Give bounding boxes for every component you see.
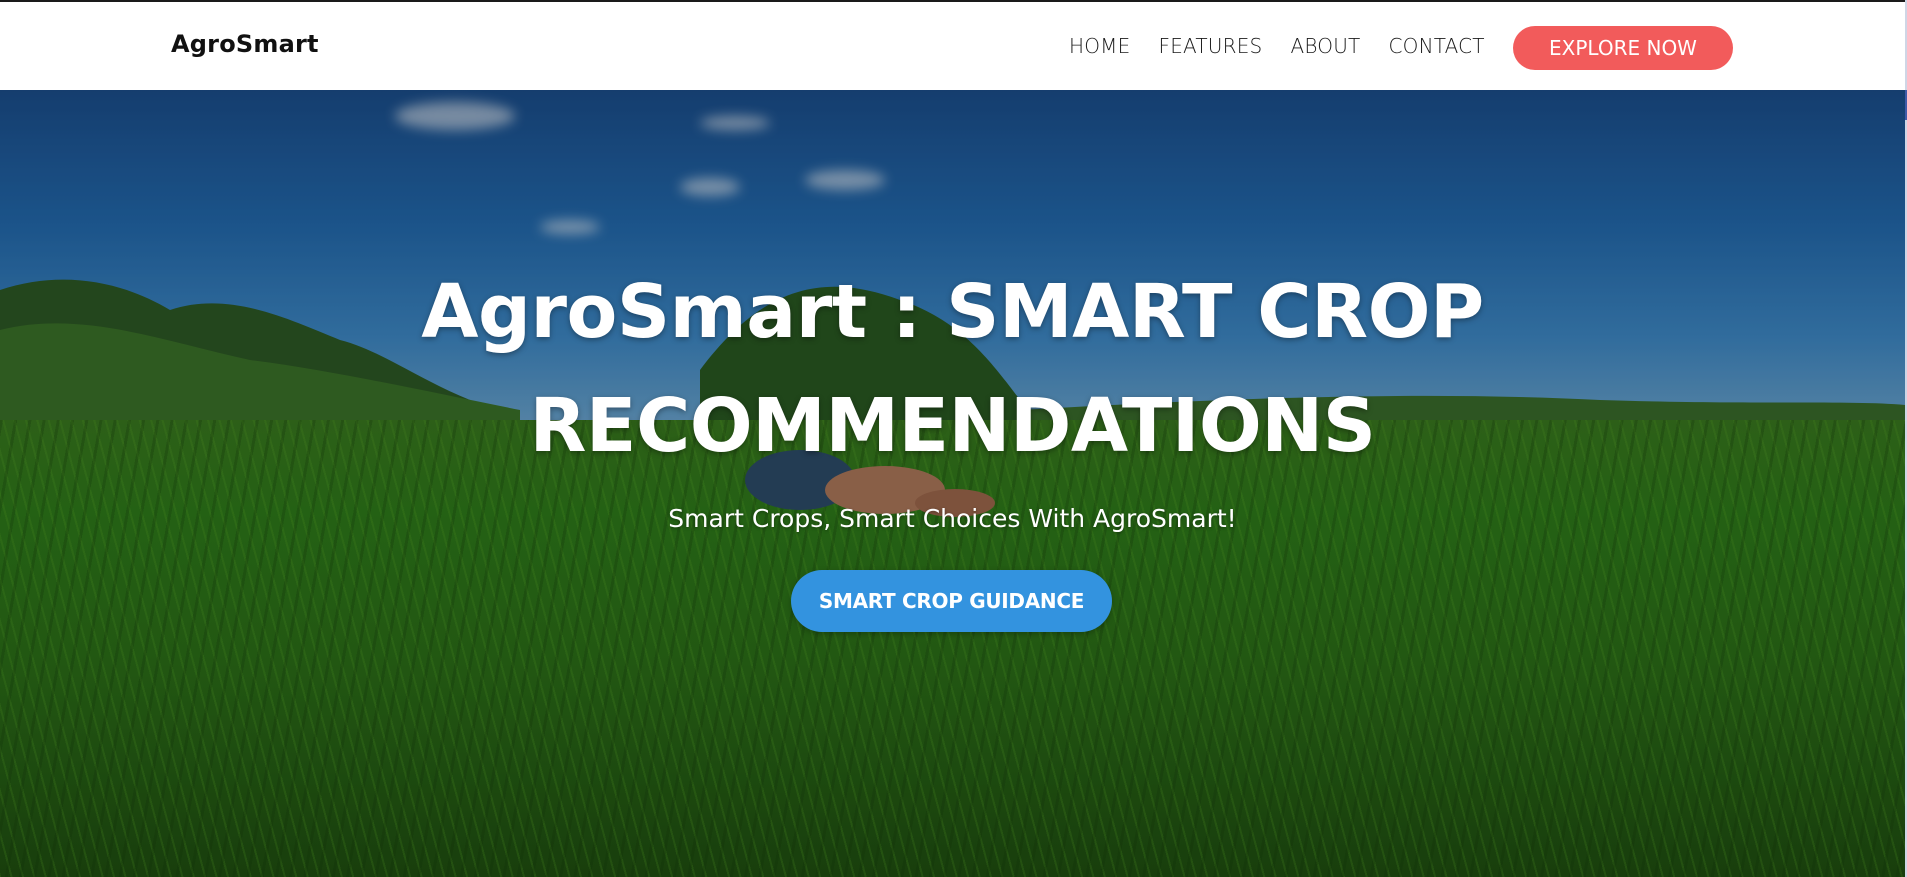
nav-link-features[interactable]: FEATURES [1158,34,1262,58]
hero-section: AgroSmart : SMART CROP RECOMMENDATIONS S… [0,90,1905,877]
nav-link-home[interactable]: HOME [1069,34,1130,58]
hero-title-line2: RECOMMENDATIONS [529,383,1376,469]
brand-logo[interactable]: AgroSmart [171,30,319,58]
nav-link-contact[interactable]: CONTACT [1388,34,1484,58]
hero-title: AgroSmart : SMART CROP RECOMMENDATIONS [0,255,1905,483]
landing-page: AgroSmart HOME FEATURES ABOUT CONTACT EX… [0,0,1907,877]
hero-subtitle: Smart Crops, Smart Choices With AgroSmar… [668,504,1237,533]
hero-dark-overlay [0,90,1905,877]
smart-crop-guidance-button[interactable]: SMART CROP GUIDANCE [791,570,1112,632]
top-navbar: AgroSmart HOME FEATURES ABOUT CONTACT EX… [0,0,1905,90]
nav-links: HOME FEATURES ABOUT CONTACT [1069,34,1513,58]
nav-link-about[interactable]: ABOUT [1290,34,1360,58]
hero-title-line1: AgroSmart : SMART CROP [421,269,1484,355]
explore-now-button[interactable]: EXPLORE NOW [1513,26,1733,70]
